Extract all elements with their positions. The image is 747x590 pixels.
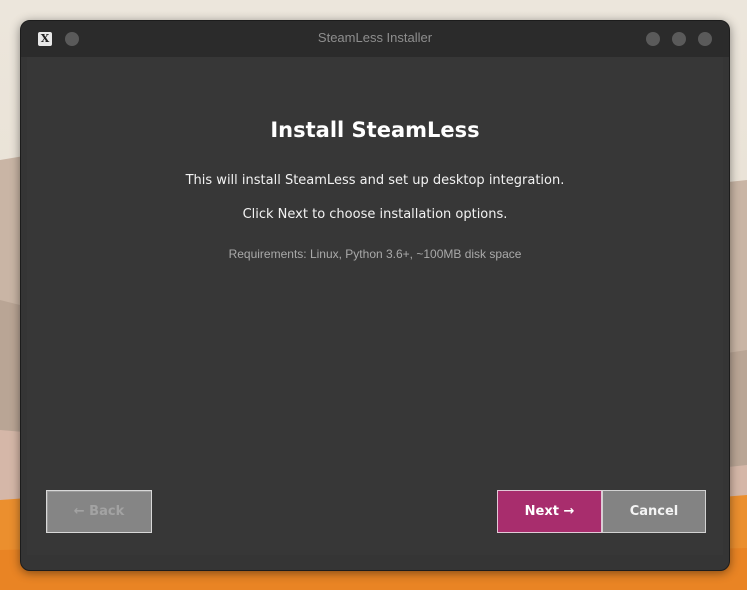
- minimize-button[interactable]: [646, 32, 660, 46]
- page-title: Install SteamLess: [270, 118, 480, 142]
- maximize-button[interactable]: [672, 32, 686, 46]
- installer-content: Install SteamLess This will install Stea…: [27, 57, 723, 555]
- window-title: SteamLess Installer: [317, 30, 433, 45]
- desktop: X SteamLess Installer Install SteamLess …: [0, 0, 747, 590]
- back-button[interactable]: ← Back: [46, 490, 152, 533]
- installer-window: X SteamLess Installer Install SteamLess …: [20, 20, 730, 571]
- description-text: This will install SteamLess and set up d…: [185, 173, 565, 188]
- titlebar[interactable]: X SteamLess Installer: [21, 21, 729, 57]
- next-button[interactable]: Next →: [497, 490, 602, 533]
- instruction-text: Click Next to choose installation option…: [242, 207, 508, 222]
- close-button[interactable]: [698, 32, 712, 46]
- cancel-button[interactable]: Cancel: [602, 490, 706, 533]
- requirements-text: Requirements: Linux, Python 3.6+, ~100MB…: [228, 247, 522, 261]
